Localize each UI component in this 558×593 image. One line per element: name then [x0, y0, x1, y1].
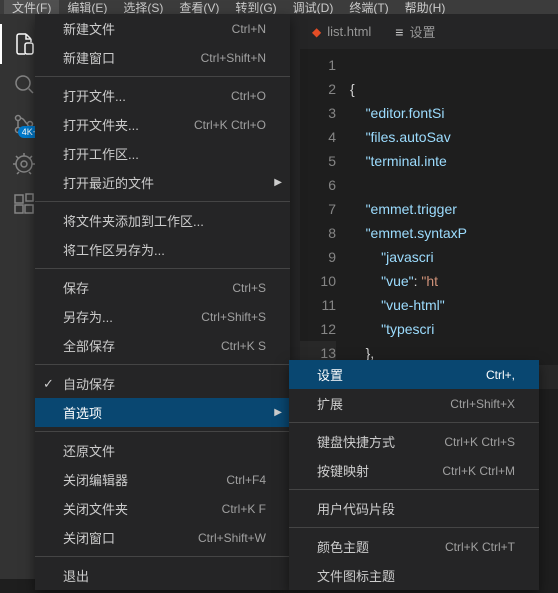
menu-kb-shortcuts[interactable]: 键盘快捷方式Ctrl+K Ctrl+S — [289, 427, 539, 456]
menu-open-file[interactable]: 打开文件...Ctrl+O — [35, 81, 290, 110]
menu-settings[interactable]: 设置Ctrl+, — [289, 360, 539, 389]
menu-separator — [35, 76, 290, 77]
menu-add-folder[interactable]: 将文件夹添加到工作区... — [35, 206, 290, 235]
menu-new-file[interactable]: 新建文件Ctrl+N — [35, 14, 290, 43]
menu-auto-save[interactable]: ✓自动保存 — [35, 369, 290, 398]
tab-label: list.html — [327, 24, 371, 39]
menu-separator — [35, 201, 290, 202]
preferences-submenu: 设置Ctrl+, 扩展Ctrl+Shift+X 键盘快捷方式Ctrl+K Ctr… — [289, 360, 539, 590]
menu-close-folder[interactable]: 关闭文件夹Ctrl+K F — [35, 494, 290, 523]
menu-separator — [289, 422, 539, 423]
menu-new-window[interactable]: 新建窗口Ctrl+Shift+N — [35, 43, 290, 72]
menu-save-all[interactable]: 全部保存Ctrl+K S — [35, 331, 290, 360]
menu-icon-theme[interactable]: 文件图标主题 — [289, 561, 539, 590]
menu-keymap[interactable]: 按键映射Ctrl+K Ctrl+M — [289, 456, 539, 485]
menu-separator — [35, 364, 290, 365]
menu-separator — [35, 431, 290, 432]
menu-separator — [35, 268, 290, 269]
menu-open-recent[interactable]: 打开最近的文件▶ — [35, 168, 290, 197]
tab-bar: ◆ list.html ≡ 设置 — [300, 14, 558, 49]
menu-close-editor[interactable]: 关闭编辑器Ctrl+F4 — [35, 465, 290, 494]
tab-list-html[interactable]: ◆ list.html — [300, 14, 383, 49]
menu-save-as[interactable]: 另存为...Ctrl+Shift+S — [35, 302, 290, 331]
html-icon: ◆ — [312, 25, 321, 39]
menu-open-folder[interactable]: 打开文件夹...Ctrl+K Ctrl+O — [35, 110, 290, 139]
menu-separator — [289, 527, 539, 528]
menu-preferences[interactable]: 首选项▶ — [35, 398, 290, 427]
menu-exit[interactable]: 退出 — [35, 561, 290, 590]
menu-save-workspace-as[interactable]: 将工作区另存为... — [35, 235, 290, 264]
chevron-right-icon: ▶ — [274, 407, 282, 418]
menu-color-theme[interactable]: 颜色主题Ctrl+K Ctrl+T — [289, 532, 539, 561]
file-menu: 新建文件Ctrl+N 新建窗口Ctrl+Shift+N 打开文件...Ctrl+… — [35, 14, 290, 590]
check-icon: ✓ — [43, 376, 54, 392]
tab-label: 设置 — [409, 22, 435, 41]
menu-revert[interactable]: 还原文件 — [35, 436, 290, 465]
menu-user-snippets[interactable]: 用户代码片段 — [289, 494, 539, 523]
menu-separator — [289, 489, 539, 490]
menu-separator — [35, 556, 290, 557]
menu-extensions[interactable]: 扩展Ctrl+Shift+X — [289, 389, 539, 418]
tab-settings[interactable]: ≡ 设置 — [383, 14, 447, 49]
menu-close-window[interactable]: 关闭窗口Ctrl+Shift+W — [35, 523, 290, 552]
menu-open-workspace[interactable]: 打开工作区... — [35, 139, 290, 168]
settings-icon: ≡ — [395, 24, 403, 40]
menubar: 文件(F) 编辑(E) 选择(S) 查看(V) 转到(G) 调试(D) 终端(T… — [0, 0, 558, 14]
chevron-right-icon: ▶ — [274, 177, 282, 188]
menu-save[interactable]: 保存Ctrl+S — [35, 273, 290, 302]
